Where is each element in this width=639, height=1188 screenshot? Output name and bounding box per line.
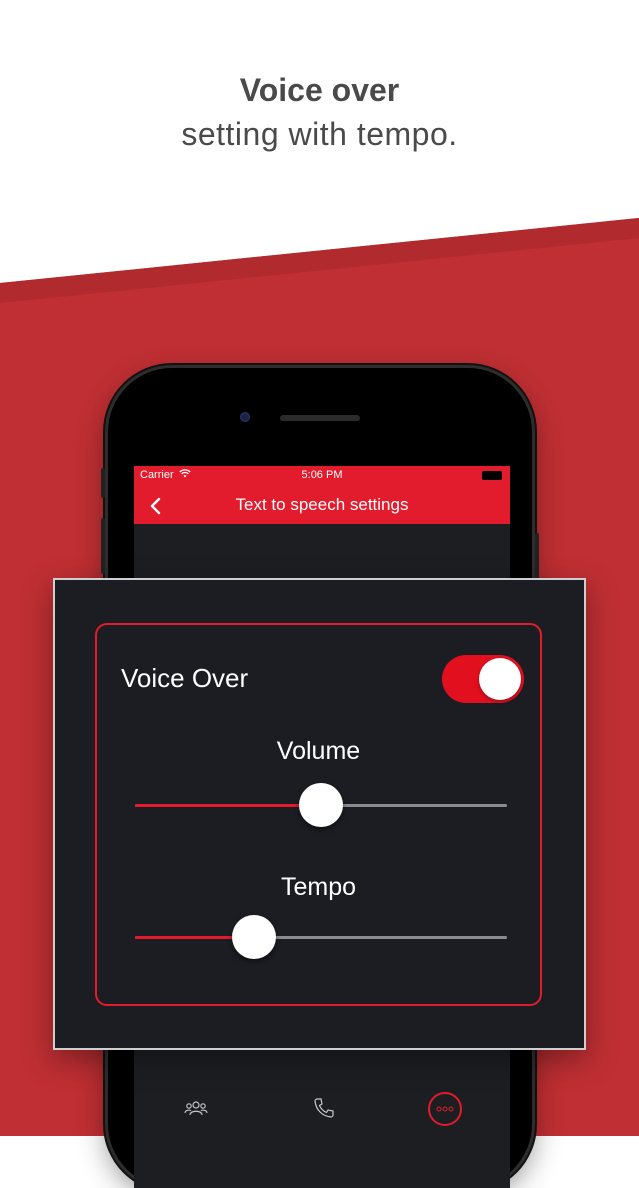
- navigation-bar: Text to speech settings: [134, 486, 510, 524]
- phone-side-button: [101, 468, 105, 498]
- settings-card: Voice Over Volume Tempo: [53, 578, 586, 1050]
- slider-thumb[interactable]: [299, 783, 343, 827]
- volume-slider[interactable]: [135, 783, 507, 829]
- tempo-slider[interactable]: [135, 915, 507, 961]
- battery-icon: [482, 471, 502, 480]
- more-icon[interactable]: [428, 1092, 462, 1126]
- clock: 5:06 PM: [301, 469, 343, 481]
- toggle-knob: [479, 658, 521, 700]
- settings-panel: Voice Over Volume Tempo: [95, 623, 542, 1006]
- earpiece-speaker: [280, 415, 360, 421]
- headline-subtitle: setting with tempo.: [181, 116, 458, 152]
- promo-headline: Voice over setting with tempo.: [0, 68, 639, 156]
- phone-side-button: [101, 518, 105, 574]
- front-camera: [240, 412, 250, 422]
- headline-bold: Voice over: [239, 72, 400, 108]
- slider-fill: [135, 804, 321, 807]
- page-title: Text to speech settings: [235, 495, 409, 514]
- voice-over-toggle[interactable]: [442, 655, 524, 703]
- slider-thumb[interactable]: [232, 915, 277, 959]
- voice-over-label: Voice Over: [121, 663, 249, 693]
- phone-icon[interactable]: [312, 1096, 336, 1120]
- volume-label: Volume: [276, 737, 361, 765]
- tempo-label: Tempo: [280, 873, 357, 901]
- group-icon[interactable]: [184, 1100, 208, 1116]
- status-bar: Carrier 5:06 PM: [134, 466, 510, 486]
